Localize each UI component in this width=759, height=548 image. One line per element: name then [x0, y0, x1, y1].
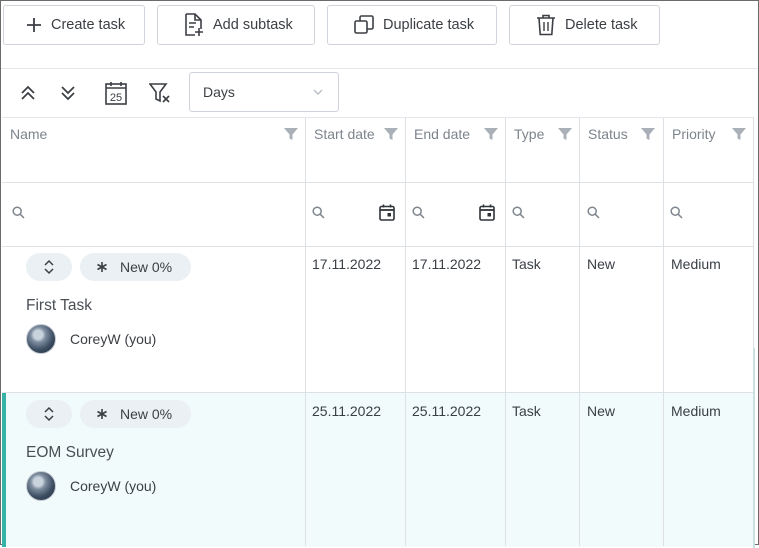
funnel-icon[interactable] [283, 126, 299, 142]
search-icon[interactable] [12, 206, 25, 219]
file-plus-icon [185, 13, 203, 36]
search-icon[interactable] [412, 206, 425, 219]
filter-row-divider [2, 246, 754, 247]
add-subtask-label: Add subtask [213, 17, 293, 33]
expand-all-button[interactable] [54, 80, 82, 106]
header-name[interactable]: Name [2, 118, 306, 182]
header-name-label: Name [10, 126, 48, 142]
funnel-icon[interactable] [483, 126, 499, 142]
create-task-button[interactable]: Create task [3, 5, 145, 45]
header-end-date-label: End date [414, 126, 471, 142]
header-start-date-label: Start date [314, 126, 375, 142]
create-task-label: Create task [51, 17, 126, 33]
vertical-scrollbar[interactable] [753, 348, 755, 548]
header-type-label: Type [514, 126, 545, 142]
collapse-all-button[interactable] [14, 80, 42, 106]
search-icon[interactable] [512, 206, 525, 219]
delete-task-label: Delete task [565, 17, 638, 33]
clear-filters-button[interactable] [146, 80, 174, 106]
search-icon[interactable] [587, 206, 600, 219]
search-icon[interactable] [312, 206, 325, 219]
toolbar: Create task Add subtask Duplicate task D… [1, 1, 758, 69]
chevron-down-icon [313, 89, 323, 95]
today-button[interactable]: 25 [102, 80, 130, 106]
calendar-day-number: 25 [110, 92, 122, 104]
task-grid: New 0% First Task CoreyW (you) 17.11.202… [2, 117, 755, 548]
trash-icon [537, 14, 555, 36]
row-divider [2, 392, 754, 393]
time-scale-select[interactable]: Days [189, 72, 339, 112]
calendar-small-icon[interactable] [379, 204, 395, 221]
funnel-icon[interactable] [731, 126, 747, 142]
chevrons-down-icon [61, 86, 75, 101]
plus-icon [27, 18, 41, 32]
calendar-icon: 25 [105, 82, 127, 105]
funnel-icon[interactable] [557, 126, 573, 142]
time-scale-value: Days [203, 84, 235, 100]
funnel-icon[interactable] [640, 126, 656, 142]
header-priority-label: Priority [672, 126, 716, 142]
search-icon[interactable] [670, 206, 683, 219]
add-subtask-button[interactable]: Add subtask [157, 5, 315, 45]
duplicate-task-button[interactable]: Duplicate task [327, 5, 497, 45]
header-status-label: Status [588, 126, 628, 142]
funnel-icon[interactable] [383, 126, 399, 142]
delete-task-button[interactable]: Delete task [509, 5, 660, 45]
filter-clear-icon [149, 83, 170, 103]
chevrons-up-icon [21, 85, 35, 100]
duplicate-task-label: Duplicate task [383, 17, 475, 33]
view-controls: 25 Days [1, 70, 758, 117]
header-divider [2, 182, 754, 183]
copy-icon [354, 15, 374, 34]
calendar-small-icon[interactable] [479, 204, 495, 221]
